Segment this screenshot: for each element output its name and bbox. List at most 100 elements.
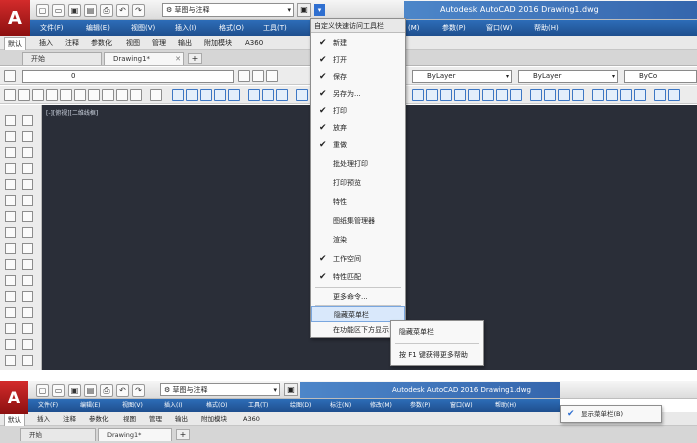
modify-fillet-icon[interactable] — [22, 339, 33, 350]
draw-hatch-icon[interactable] — [5, 339, 16, 350]
sheetset-icon[interactable] — [634, 89, 646, 101]
line-icon[interactable] — [4, 89, 16, 101]
tab-default[interactable]: 默认 — [4, 37, 26, 50]
ellipse-icon[interactable] — [102, 89, 114, 101]
menu-view[interactable]: 视图(V) — [131, 22, 155, 34]
print-icon[interactable]: ⎙ — [100, 383, 113, 397]
modify-offset-icon[interactable] — [22, 163, 33, 174]
block-icon[interactable] — [468, 89, 480, 101]
menu-dimension[interactable]: 标注(N) — [330, 400, 351, 411]
tab-annotate[interactable]: 注释 — [62, 37, 82, 49]
submenu-item-hide-menubar[interactable]: 隐藏菜单栏 — [391, 323, 483, 341]
menu-file[interactable]: 文件(F) — [40, 22, 64, 34]
menu-item-new[interactable]: ✔ 新建 — [311, 35, 405, 51]
draw-point-icon[interactable] — [5, 323, 16, 334]
redo-icon[interactable]: ↷ — [132, 383, 145, 397]
draw-revcloud-icon[interactable] — [5, 227, 16, 238]
save-as-icon[interactable]: ▤ — [84, 3, 97, 17]
tab-addins[interactable]: 附加模块 — [201, 37, 235, 49]
workspace-select[interactable]: ⚙ 草图与注释 ▾ — [162, 3, 294, 17]
menu-window[interactable]: 窗口(W) — [450, 400, 473, 411]
osnap-icon[interactable] — [228, 89, 240, 101]
menu-item-redo[interactable]: ✔ 重做 — [311, 137, 405, 153]
undo-icon[interactable]: ↶ — [116, 3, 129, 17]
list-icon[interactable] — [558, 89, 570, 101]
draw-arc-icon[interactable] — [5, 195, 16, 206]
viewport-label[interactable]: [-][俯视][二维线框] — [46, 108, 98, 117]
new-icon[interactable]: ▢ — [36, 383, 49, 397]
menu-edit[interactable]: 编辑(E) — [80, 400, 100, 411]
new-tab-button[interactable]: + — [188, 53, 202, 64]
zoom-icon[interactable] — [248, 89, 260, 101]
menu-item-match-properties[interactable]: ✔ 特性匹配 — [311, 269, 405, 285]
layer-previous-icon[interactable] — [252, 70, 264, 82]
modify-extend-icon[interactable] — [22, 275, 33, 286]
area-icon[interactable] — [544, 89, 556, 101]
menu-modify[interactable]: 修改(M) — [370, 400, 392, 411]
new-icon[interactable]: ▢ — [36, 3, 49, 17]
menu-item-sheetset-manager[interactable]: 图纸集管理器 — [311, 213, 405, 229]
save-icon[interactable]: ▣ — [68, 3, 81, 17]
close-icon[interactable]: ✕ — [175, 53, 181, 65]
linetype-select[interactable]: ByLayer ▾ — [412, 70, 512, 83]
tab-parametric[interactable]: 参数化 — [88, 37, 115, 49]
polyline-icon[interactable] — [18, 89, 30, 101]
modify-mirror-icon[interactable] — [22, 147, 33, 158]
menu-help[interactable]: 帮助(H) — [495, 400, 516, 411]
make-current-icon[interactable] — [238, 70, 250, 82]
tab-a360[interactable]: A360 — [240, 413, 263, 425]
menu-tools[interactable]: 工具(T) — [263, 22, 287, 34]
menu-edit[interactable]: 编辑(E) — [86, 22, 110, 34]
polygon-icon[interactable] — [32, 89, 44, 101]
open-icon[interactable]: ▭ — [52, 3, 65, 17]
id-point-icon[interactable] — [572, 89, 584, 101]
qat-extra-icon[interactable]: ▣ — [284, 383, 298, 396]
tab-view[interactable]: 视图 — [123, 37, 143, 49]
redo-icon[interactable]: ↷ — [132, 3, 145, 17]
tab-parametric[interactable]: 参数化 — [86, 413, 112, 425]
application-logo[interactable]: A — [0, 381, 28, 414]
menu-draw[interactable]: 绘图(D) — [290, 400, 311, 411]
workspace-select[interactable]: ⚙ 草图与注释 ▾ — [160, 383, 280, 396]
menu-tools[interactable]: 工具(T) — [248, 400, 268, 411]
save-icon[interactable]: ▣ — [68, 383, 81, 397]
modify-move-icon[interactable] — [22, 195, 33, 206]
grid-icon[interactable] — [186, 89, 198, 101]
menu-help[interactable]: 帮助(H) — [534, 22, 559, 34]
modify-chamfer-icon[interactable] — [22, 323, 33, 334]
design-center-icon[interactable] — [606, 89, 618, 101]
circle-icon[interactable] — [74, 89, 86, 101]
hatch-icon[interactable] — [150, 89, 162, 101]
tab-annotate[interactable]: 注释 — [60, 413, 79, 425]
layer-state-icon[interactable] — [266, 70, 278, 82]
qat-extra-icon[interactable]: ▣ — [297, 3, 311, 17]
menu-file[interactable]: 文件(F) — [38, 400, 58, 411]
menubar-context-menu[interactable]: ✔ 显示菜单栏(B) — [560, 405, 662, 423]
tab-insert[interactable]: 插入 — [36, 37, 56, 49]
dimension-icon[interactable] — [412, 89, 424, 101]
eraser-icon[interactable] — [130, 89, 142, 101]
calculator-icon[interactable] — [668, 89, 680, 101]
plotstyle-select[interactable]: ByCo — [624, 70, 697, 83]
menu-item-save-as[interactable]: ✔ 另存为... — [311, 86, 405, 102]
draw-insert-icon[interactable] — [5, 291, 16, 302]
tab-start[interactable]: 开始 — [20, 428, 96, 441]
tab-a360[interactable]: A360 — [242, 37, 266, 49]
tab-manage[interactable]: 管理 — [149, 37, 169, 49]
tab-addins[interactable]: 附加模块 — [198, 413, 230, 425]
draw-spline-icon[interactable] — [5, 243, 16, 254]
modify-erase-icon[interactable] — [22, 115, 33, 126]
attribute-icon[interactable] — [496, 89, 508, 101]
menu-item-render[interactable]: 渲染 — [311, 232, 405, 248]
modify-trim-icon[interactable] — [22, 259, 33, 270]
layer-select[interactable]: 0 — [22, 70, 234, 83]
modify-stretch-icon[interactable] — [22, 243, 33, 254]
pan-icon[interactable] — [262, 89, 274, 101]
menu-insert[interactable]: 插入(I) — [164, 400, 182, 411]
tab-output[interactable]: 输出 — [172, 413, 191, 425]
polar-icon[interactable] — [214, 89, 226, 101]
new-tab-button[interactable]: + — [176, 429, 190, 440]
menu-parameters[interactable]: 参数(P) — [442, 22, 466, 34]
modify-copy-icon[interactable] — [22, 131, 33, 142]
draw-polygon-icon[interactable] — [5, 163, 16, 174]
